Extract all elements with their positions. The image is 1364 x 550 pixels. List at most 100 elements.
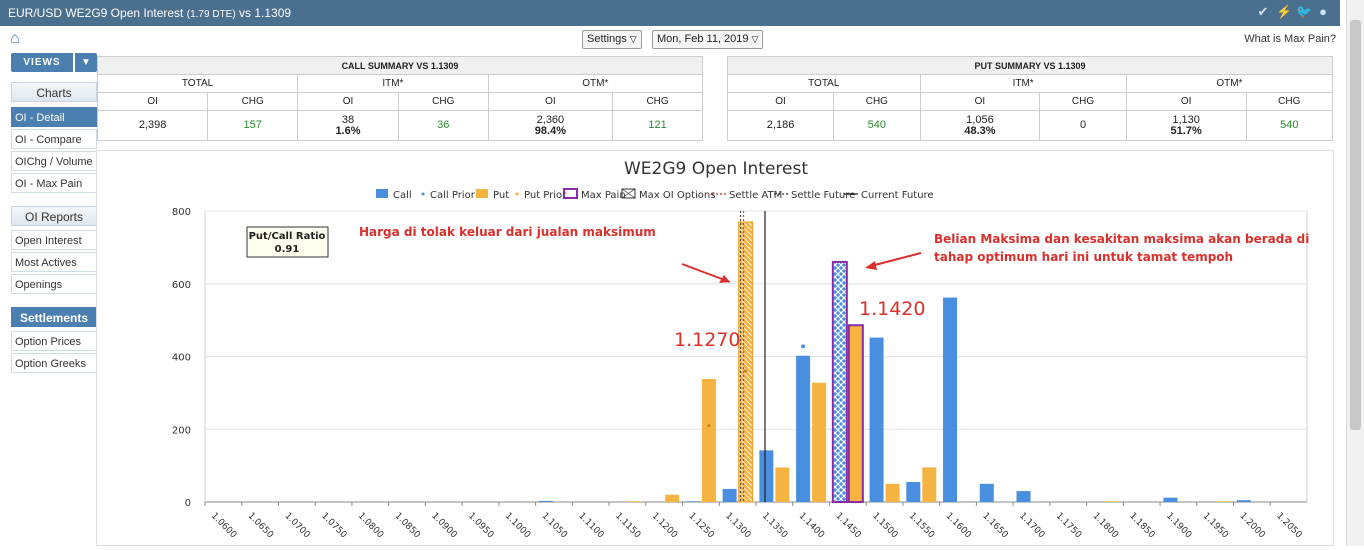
x-tick-label: 1.1850: [1127, 511, 1157, 541]
vertical-scrollbar[interactable]: [1346, 0, 1364, 546]
settings-label: Settings: [587, 33, 627, 45]
x-tick-label: 1.1000: [503, 511, 533, 541]
oi-reports-header: OI Reports: [11, 206, 97, 226]
x-tick-label: 1.1950: [1201, 511, 1231, 541]
title-main: EUR/USD WE2G9 Open Interest: [8, 6, 184, 20]
views-dropdown-icon[interactable]: ▼: [75, 53, 97, 72]
x-tick-label: 1.1550: [907, 511, 937, 541]
settings-dropdown[interactable]: Settings ▽: [582, 30, 642, 49]
put-summary-table: PUT SUMMARY VS 1.1309 TOTAL ITM* OTM* OI…: [726, 56, 1334, 141]
legend-label: Call: [393, 190, 412, 201]
x-tick-label: 1.0600: [209, 511, 239, 541]
scrollbar-thumb[interactable]: [1350, 20, 1361, 430]
legend-label: Settle Future: [791, 190, 855, 201]
group-header: ITM*: [297, 74, 489, 93]
column-header: OI: [726, 92, 835, 111]
legend-swatch: [476, 189, 488, 198]
put-itm-oi: 1,056: [966, 113, 994, 126]
chart-title: WE2G9 Open Interest: [624, 159, 808, 179]
put-itm-pct: 48.3%: [964, 124, 996, 137]
call-total-oi: 2,398: [96, 110, 209, 141]
column-header: CHG: [833, 92, 921, 111]
call-bar: [1236, 500, 1251, 502]
call-summary-table: CALL SUMMARY VS 1.1309 TOTAL ITM* OTM* O…: [96, 56, 704, 141]
call-itm-pct: 1.6%: [335, 124, 361, 137]
x-tick-label: 1.0700: [282, 511, 312, 541]
put-bar: [628, 501, 643, 502]
legend-marker: [515, 192, 519, 196]
annotation-right-line1: Belian Maksima dan kesakitan maksima aka…: [934, 232, 1309, 246]
call-bar: [831, 260, 848, 503]
put-summary-title: PUT SUMMARY VS 1.1309: [727, 56, 1333, 75]
views-label: VIEWS: [11, 53, 73, 72]
call-itm-oi: 38: [341, 113, 355, 126]
twitter-icon[interactable]: 🐦: [1296, 5, 1312, 19]
put-bar: [922, 467, 937, 502]
toolbar: ⌂ Settings ▽ Mon, Feb 11, 2019 ▽ What is M…: [0, 26, 1340, 52]
views-button[interactable]: VIEWS ▼: [11, 53, 97, 72]
x-tick-label: 1.1800: [1090, 511, 1120, 541]
sidebar-item-oichg-volume[interactable]: OIChg / Volume: [11, 151, 97, 171]
x-tick-label: 1.2050: [1274, 511, 1304, 541]
x-tick-label: 1.1700: [1017, 511, 1047, 541]
home-icon[interactable]: ⌂: [10, 30, 28, 48]
sidebar-item-oi-compare[interactable]: OI - Compare: [11, 129, 97, 149]
x-tick-label: 1.0800: [356, 511, 386, 541]
call-bar: [1016, 491, 1031, 502]
column-header: OI: [487, 92, 614, 111]
window-titlebar: EUR/USD WE2G9 Open Interest (1.79 DTE) v…: [0, 0, 1340, 26]
call-summary-title: CALL SUMMARY VS 1.1309: [97, 56, 703, 75]
sidebar: VIEWS ▼ Charts OI - Detail OI - Compare …: [8, 52, 97, 546]
title-vs: vs 1.1309: [239, 6, 292, 20]
call-otm-pct: 98.4%: [534, 124, 566, 137]
x-tick-label: 1.1150: [613, 511, 643, 541]
call-otm-chg: 121: [612, 110, 703, 141]
column-header: OI: [1125, 92, 1247, 111]
chevron-down-icon: ▽: [629, 34, 637, 44]
check-icon[interactable]: ✔: [1256, 5, 1270, 19]
what-is-max-pain-link[interactable]: What is Max Pain?: [1244, 33, 1336, 45]
date-dropdown[interactable]: Mon, Feb 11, 2019 ▽: [652, 30, 764, 49]
call-bar: [722, 488, 737, 502]
call-otm-oi-cell: 2,360 98.4%: [487, 110, 614, 141]
charts-header: Charts: [11, 82, 97, 102]
put-bar: [1216, 501, 1231, 502]
put-otm-chg: 540: [1245, 110, 1334, 141]
column-header: CHG: [397, 92, 489, 111]
group-header: ITM*: [919, 74, 1127, 93]
call-bar: [906, 481, 921, 502]
y-tick-label: 400: [172, 353, 191, 364]
legend-label: Put: [493, 190, 509, 201]
price-label-right: 1.1420: [859, 298, 925, 320]
x-tick-label: 1.1400: [797, 511, 827, 541]
x-tick-label: 1.0650: [246, 511, 276, 541]
put-call-ratio-label: Put/Call Ratio: [249, 231, 326, 242]
call-otm-oi: 2,360: [536, 113, 565, 126]
y-tick-label: 0: [185, 498, 191, 509]
lightning-icon[interactable]: ⚡: [1276, 5, 1292, 19]
x-tick-label: 1.2000: [1237, 511, 1267, 541]
title-dte: (1.79 DTE): [186, 9, 236, 20]
put-prior-marker: [707, 424, 711, 428]
column-header: CHG: [612, 92, 703, 111]
x-tick-label: 1.1200: [650, 511, 680, 541]
x-tick-label: 1.0850: [393, 511, 423, 541]
x-tick-label: 1.0750: [319, 511, 349, 541]
legend-label: Current Future: [861, 190, 934, 201]
column-header: OI: [96, 92, 209, 111]
chart-panel: WE2G9 Open Interest Call Call Prior Put Put …: [96, 150, 1334, 546]
sidebar-item-option-prices[interactable]: Option Prices: [11, 331, 97, 351]
settlements-header: Settlements: [11, 307, 97, 327]
settings-circle-icon[interactable]: ●: [1316, 5, 1330, 19]
legend-label: Put Prior: [524, 190, 567, 201]
legend-label: Settle ATM: [729, 190, 782, 201]
call-bar: [979, 483, 994, 502]
sidebar-item-openings[interactable]: Openings: [11, 274, 97, 294]
sidebar-item-oi-max-pain[interactable]: OI - Max Pain: [11, 173, 97, 193]
sidebar-item-most-actives[interactable]: Most Actives: [11, 252, 97, 272]
sidebar-item-option-greeks[interactable]: Option Greeks: [11, 353, 97, 373]
x-tick-label: 1.1300: [723, 511, 753, 541]
sidebar-item-oi-detail[interactable]: OI - Detail: [11, 107, 97, 127]
open-interest-chart: WE2G9 Open Interest Call Call Prior Put Put …: [172, 159, 1309, 541]
sidebar-item-open-interest[interactable]: Open Interest: [11, 230, 97, 250]
